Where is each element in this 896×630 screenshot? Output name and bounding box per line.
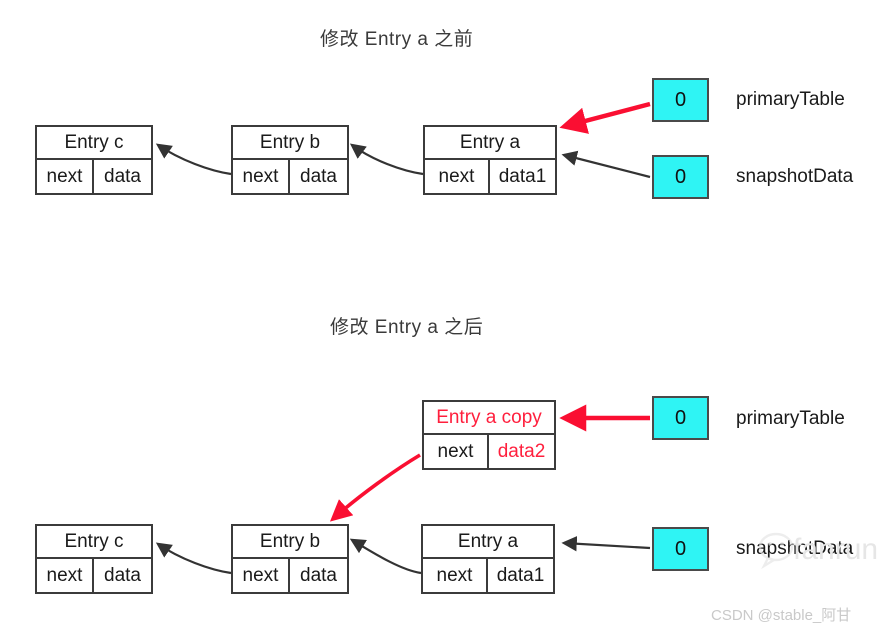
node-body: next data1 (425, 160, 555, 193)
node-body: next data (37, 160, 151, 193)
section-title-before: 修改 Entry a 之前 (320, 29, 474, 50)
node-cell-next: next (424, 435, 489, 468)
node-cell-data: data (104, 564, 141, 586)
node-cell-next: next (425, 160, 490, 193)
node-after-entry-a-copy: Entry a copy next data2 (422, 400, 556, 470)
node-after-entry-b: Entry b next data (231, 524, 349, 594)
arrow-before-b-to-c (155, 143, 232, 176)
ref-box-after-primary-table: 0 (652, 396, 709, 440)
arrow-after-copy-next-to-entry-b (329, 453, 421, 522)
node-after-entry-a: Entry a next data1 (421, 524, 555, 594)
node-cell-data: data1 (498, 165, 547, 187)
node-head: Entry b (233, 526, 347, 559)
node-cell-next: next (37, 559, 94, 592)
ref-label-before-snapshot-data: snapshotData (736, 166, 854, 187)
ref-box-before-snapshot-data: 0 (652, 155, 709, 199)
node-body: next data1 (423, 559, 553, 592)
node-head: Entry a (425, 127, 555, 160)
arrow-before-snapshotdata-to-entry-a (561, 150, 651, 179)
credit-watermark: CSDN @stable_阿甘 (711, 607, 852, 624)
ref-label-after-primary-table: primaryTable (736, 408, 845, 429)
node-cell-data: data (300, 564, 337, 586)
node-cell-data: data (104, 165, 141, 187)
ref-box-after-snapshot-data: 0 (652, 527, 709, 571)
arrow-after-snapshotdata-to-entry-a (561, 536, 651, 552)
node-head: Entry a copy (424, 402, 554, 435)
ref-box-before-primary-table: 0 (652, 78, 709, 122)
node-cell-next: next (233, 160, 290, 193)
arrow-before-a-to-b (349, 143, 424, 176)
node-body: next data (233, 559, 347, 592)
section-title-after: 修改 Entry a 之后 (330, 317, 484, 338)
node-cell-data: data2 (497, 440, 546, 462)
arrow-after-b-to-c (155, 542, 232, 575)
node-body: next data2 (424, 435, 554, 468)
watermark-brand: fanrun (793, 533, 879, 566)
node-head: Entry b (233, 127, 347, 160)
ref-label-before-primary-table: primaryTable (736, 89, 845, 110)
node-head: Entry a (423, 526, 553, 559)
node-after-entry-c: Entry c next data (35, 524, 153, 594)
node-head: Entry c (37, 526, 151, 559)
node-body: next data (37, 559, 151, 592)
node-cell-next: next (423, 559, 488, 592)
diagram-canvas: 修改 Entry a 之前 Entry c next data Entry b … (0, 0, 896, 630)
node-cell-data: data (300, 165, 337, 187)
node-cell-next: next (37, 160, 94, 193)
arrow-after-a-to-b (349, 538, 422, 575)
node-body: next data (233, 160, 347, 193)
node-before-entry-c: Entry c next data (35, 125, 153, 195)
node-before-entry-a: Entry a next data1 (423, 125, 557, 195)
node-before-entry-b: Entry b next data (231, 125, 349, 195)
node-cell-data: data1 (496, 564, 545, 586)
node-cell-next: next (233, 559, 290, 592)
node-head: Entry c (37, 127, 151, 160)
arrow-before-primarytable-to-entry-a (559, 101, 651, 134)
